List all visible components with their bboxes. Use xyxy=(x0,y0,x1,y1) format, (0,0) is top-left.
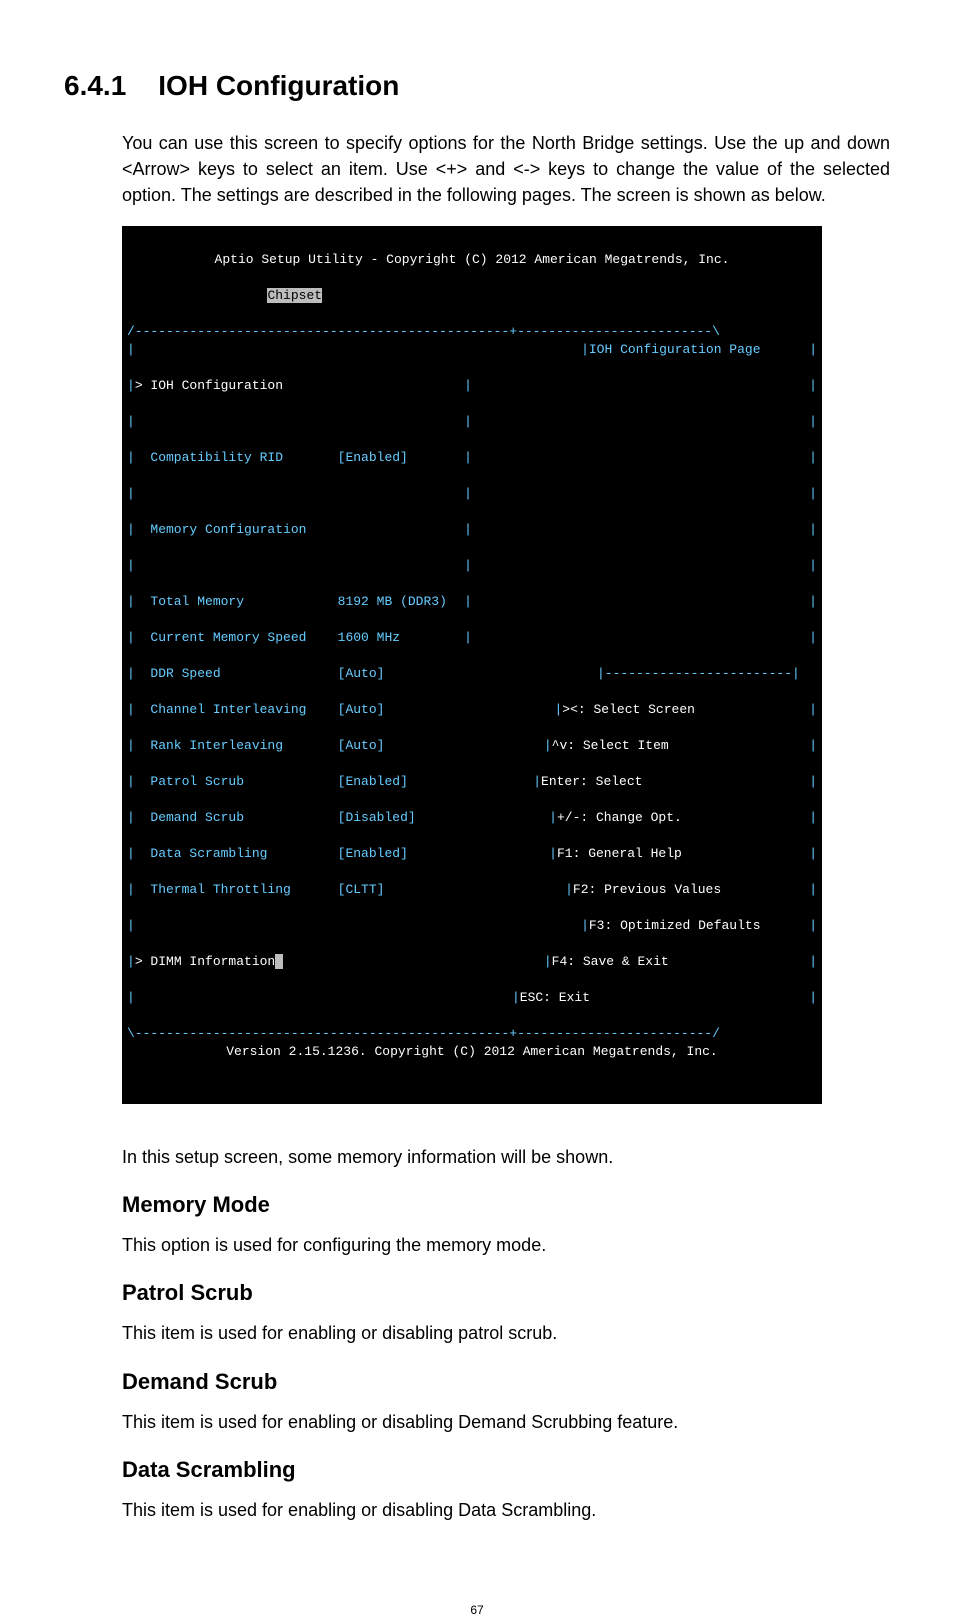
section-title-text: IOH Configuration xyxy=(158,70,399,102)
heading-data-scrambling: Data Scrambling xyxy=(122,1457,890,1483)
bios-help-l7: F3: Optimized Defaults xyxy=(589,918,761,933)
bios-demand-value[interactable]: [Disabled] xyxy=(338,810,416,825)
bios-totalmem-label: Total Memory xyxy=(150,594,244,609)
bios-ioh-config[interactable]: > IOH Configuration xyxy=(135,378,283,393)
bios-scram-label[interactable]: Data Scrambling xyxy=(150,846,267,861)
paragraph-data-scrambling: This item is used for enabling or disabl… xyxy=(122,1497,890,1523)
bios-ddr-label[interactable]: DDR Speed xyxy=(150,666,220,681)
bios-patrol-value[interactable]: [Enabled] xyxy=(338,774,408,789)
paragraph-patrol-scrub: This item is used for enabling or disabl… xyxy=(122,1320,890,1346)
bios-thermal-value[interactable]: [CLTT] xyxy=(338,882,385,897)
bios-help-title: IOH Configuration Page xyxy=(589,342,761,357)
intro-paragraph: You can use this screen to specify optio… xyxy=(122,130,890,208)
bios-patrol-label[interactable]: Patrol Scrub xyxy=(150,774,244,789)
bios-tab-row: Chipset xyxy=(127,287,817,305)
bios-ddr-value[interactable]: [Auto] xyxy=(338,666,385,681)
page: 6.4.1 IOH Configuration You can use this… xyxy=(0,0,954,1617)
bios-border-top: /---------------------------------------… xyxy=(127,324,720,339)
bios-scram-value[interactable]: [Enabled] xyxy=(338,846,408,861)
bios-rank-value[interactable]: [Auto] xyxy=(338,738,385,753)
bios-screenshot: Aptio Setup Utility - Copyright (C) 2012… xyxy=(122,226,890,1104)
bios-terminal: Aptio Setup Utility - Copyright (C) 2012… xyxy=(122,226,822,1104)
paragraph-demand-scrub: This item is used for enabling or disabl… xyxy=(122,1409,890,1435)
page-number: 67 xyxy=(64,1603,890,1617)
bios-rank-label[interactable]: Rank Interleaving xyxy=(150,738,283,753)
bios-compat-value[interactable]: [Enabled] xyxy=(338,450,408,465)
bios-dimm-info[interactable]: > DIMM Information xyxy=(135,954,275,969)
bios-help-l5: F1: General Help xyxy=(557,846,682,861)
bios-help-l9: ESC: Exit xyxy=(520,990,590,1005)
bios-footer: Version 2.15.1236. Copyright (C) 2012 Am… xyxy=(127,1043,817,1061)
bios-curspeed-value: 1600 MHz xyxy=(338,630,400,645)
bios-curspeed-label: Current Memory Speed xyxy=(150,630,306,645)
bios-chan-label[interactable]: Channel Interleaving xyxy=(150,702,306,717)
bios-header: Aptio Setup Utility - Copyright (C) 2012… xyxy=(127,251,817,269)
after-bios-paragraph: In this setup screen, some memory inform… xyxy=(122,1144,890,1170)
bios-totalmem-value: 8192 MB (DDR3) xyxy=(338,594,447,609)
heading-demand-scrub: Demand Scrub xyxy=(122,1369,890,1395)
heading-patrol-scrub: Patrol Scrub xyxy=(122,1280,890,1306)
paragraph-memory-mode: This option is used for configuring the … xyxy=(122,1232,890,1258)
bios-help-l8: F4: Save & Exit xyxy=(552,954,669,969)
heading-memory-mode: Memory Mode xyxy=(122,1192,890,1218)
bios-help-l6: F2: Previous Values xyxy=(573,882,721,897)
bios-help-l1: ><: Select Screen xyxy=(562,702,695,717)
bios-tab-chipset[interactable]: Chipset xyxy=(267,288,322,303)
bios-cursor xyxy=(275,954,283,969)
bios-help-l2: ^v: Select Item xyxy=(552,738,669,753)
bios-demand-label[interactable]: Demand Scrub xyxy=(150,810,244,825)
section-number: 6.4.1 xyxy=(64,70,126,102)
bios-border-bottom: \---------------------------------------… xyxy=(127,1026,720,1041)
bios-chan-value[interactable]: [Auto] xyxy=(338,702,385,717)
bios-thermal-label[interactable]: Thermal Throttling xyxy=(150,882,290,897)
bios-help-l3: Enter: Select xyxy=(541,774,642,789)
bios-compat-label[interactable]: Compatibility RID xyxy=(150,450,283,465)
bios-memcfg-title: Memory Configuration xyxy=(150,522,306,537)
section-heading: 6.4.1 IOH Configuration xyxy=(64,70,890,102)
bios-help-l4: +/-: Change Opt. xyxy=(557,810,682,825)
